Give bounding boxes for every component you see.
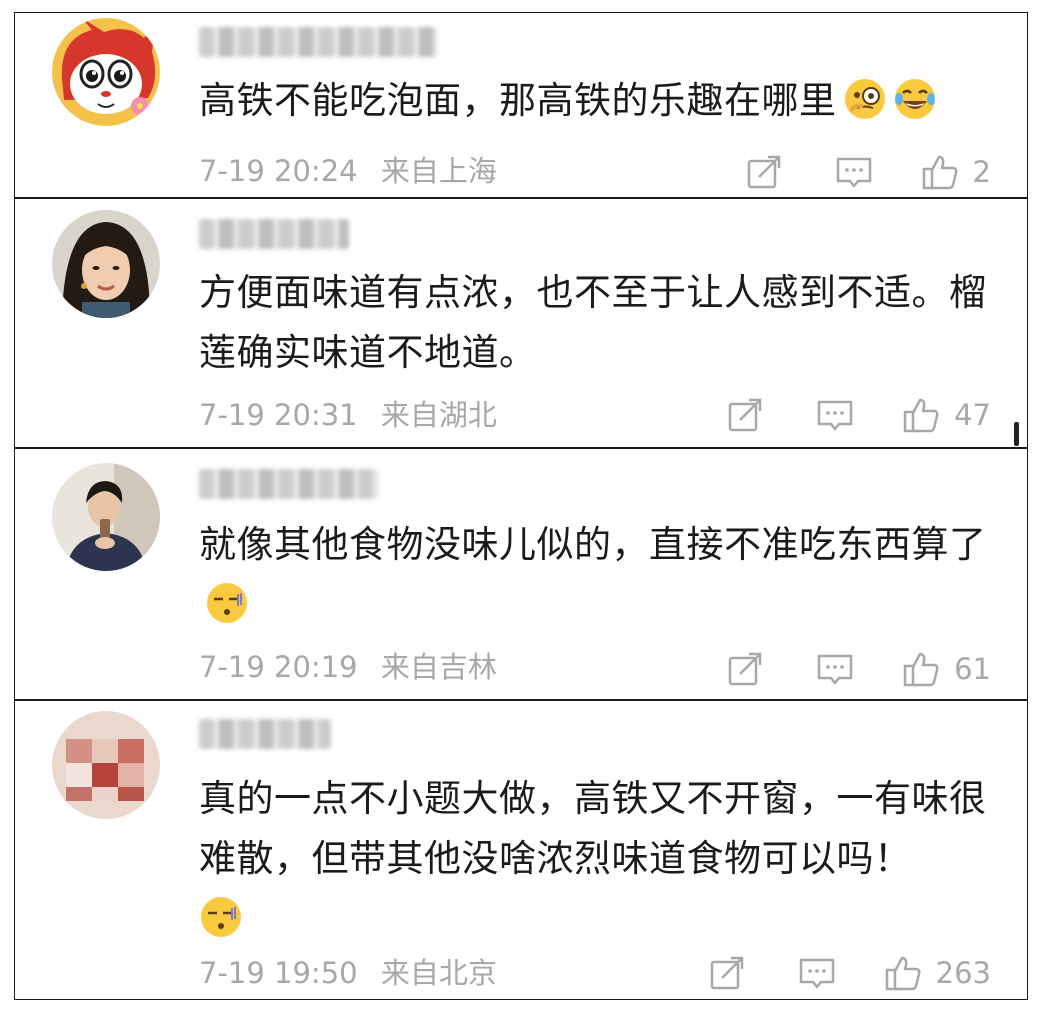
like-count: 47 bbox=[954, 398, 991, 432]
comment-meta: 7-19 19:50 来自北京 bbox=[199, 955, 497, 991]
comment-location: 来自北京 bbox=[380, 956, 497, 990]
thinking-monocle-emoji bbox=[843, 77, 887, 121]
scrollbar-thumb[interactable] bbox=[1014, 422, 1019, 446]
comment-text-body: 真的一点不小题大做，高铁又不开窗，一有味很难散，但带其他没啥浓烈味道食物可以吗！ bbox=[199, 777, 987, 880]
comment-text: 方便面味道有点浓，也不至于让人感到不适。榴莲确实味道不地道。 bbox=[199, 263, 999, 383]
like-count: 263 bbox=[935, 956, 991, 990]
comment-icon[interactable] bbox=[835, 153, 873, 191]
username-blurred[interactable] bbox=[199, 219, 349, 249]
avatar[interactable] bbox=[52, 210, 160, 318]
comment-actions: 263 bbox=[708, 953, 991, 993]
comment-text: 真的一点不小题大做，高铁又不开窗，一有味很难散，但带其他没啥浓烈味道食物可以吗！ bbox=[199, 769, 999, 949]
like-icon[interactable] bbox=[902, 650, 940, 688]
avatar[interactable] bbox=[52, 18, 160, 126]
repost-icon[interactable] bbox=[708, 954, 746, 992]
username-blurred[interactable] bbox=[199, 27, 437, 57]
comment-card: 方便面味道有点浓，也不至于让人感到不适。榴莲确实味道不地道。 7-19 20:3… bbox=[14, 198, 1028, 448]
repost-icon[interactable] bbox=[726, 396, 764, 434]
repost-icon[interactable] bbox=[745, 153, 783, 191]
comment-text-body: 高铁不能吃泡面，那高铁的乐趣在哪里 bbox=[199, 79, 837, 122]
like-icon[interactable] bbox=[902, 396, 940, 434]
comment-card: 就像其他食物没味儿似的，直接不准吃东西算了 7-19 20:19 来自吉林 61 bbox=[14, 448, 1028, 700]
comment-location: 来自湖北 bbox=[380, 398, 497, 432]
like-count: 61 bbox=[954, 652, 991, 686]
comment-time: 7-19 20:24 bbox=[199, 154, 358, 188]
avatar[interactable] bbox=[52, 711, 160, 819]
comment-icon[interactable] bbox=[816, 396, 854, 434]
comment-card: 真的一点不小题大做，高铁又不开窗，一有味很难散，但带其他没啥浓烈味道食物可以吗！… bbox=[14, 700, 1028, 1000]
comment-actions: 61 bbox=[726, 649, 991, 689]
comment-icon[interactable] bbox=[816, 650, 854, 688]
comment-meta: 7-19 20:19 来自吉林 bbox=[199, 649, 497, 685]
comment-actions: 2 bbox=[745, 152, 991, 192]
like-count: 2 bbox=[972, 155, 991, 189]
like-icon[interactable] bbox=[921, 153, 959, 191]
comment-card: 高铁不能吃泡面，那高铁的乐趣在哪里 7-19 20:24 来自上海 2 bbox=[14, 12, 1028, 198]
speechless-emoji bbox=[199, 895, 243, 939]
comment-location: 来自吉林 bbox=[380, 650, 497, 684]
username-blurred[interactable] bbox=[199, 719, 331, 749]
comment-actions: 47 bbox=[726, 395, 991, 435]
avatar[interactable] bbox=[52, 463, 160, 571]
comment-time: 7-19 20:19 bbox=[199, 650, 358, 684]
comment-time: 7-19 20:31 bbox=[199, 398, 358, 432]
comment-text: 就像其他食物没味儿似的，直接不准吃东西算了 bbox=[199, 515, 993, 635]
comment-meta: 7-19 20:24 来自上海 bbox=[199, 153, 497, 189]
comment-location: 来自上海 bbox=[380, 154, 497, 188]
speechless-emoji bbox=[205, 581, 249, 625]
comment-text-body: 就像其他食物没味儿似的，直接不准吃东西算了 bbox=[199, 523, 987, 566]
repost-icon[interactable] bbox=[726, 650, 764, 688]
like-icon[interactable] bbox=[884, 954, 922, 992]
username-blurred[interactable] bbox=[199, 469, 379, 499]
comment-text: 高铁不能吃泡面，那高铁的乐趣在哪里 bbox=[199, 71, 993, 131]
comment-text-body: 方便面味道有点浓，也不至于让人感到不适。榴莲确实味道不地道。 bbox=[199, 271, 987, 374]
comment-time: 7-19 19:50 bbox=[199, 956, 358, 990]
laughing-tears-emoji bbox=[893, 77, 937, 121]
comment-icon[interactable] bbox=[798, 954, 836, 992]
comment-meta: 7-19 20:31 来自湖北 bbox=[199, 397, 497, 433]
